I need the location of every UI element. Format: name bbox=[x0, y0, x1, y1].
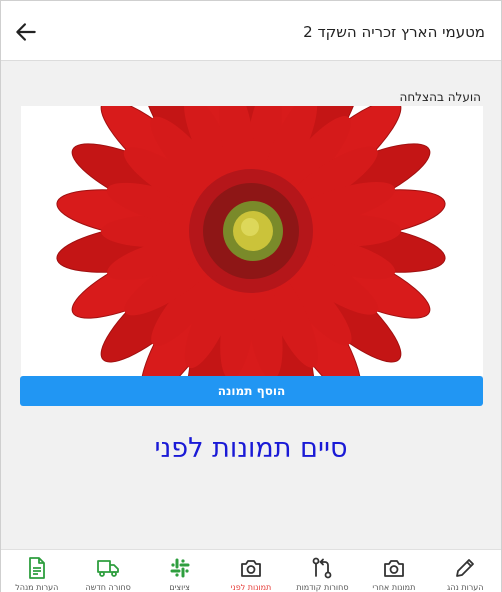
camera-icon bbox=[241, 560, 261, 577]
top-bar: מטעמי הארץ זכריה השקד 2 bbox=[1, 1, 501, 61]
flower-image bbox=[21, 106, 483, 376]
add-photo-button[interactable]: הוסף תמונה bbox=[20, 376, 483, 406]
nav-item-new-goods[interactable]: סחורה חדשה bbox=[72, 550, 143, 592]
app-frame: מטעמי הארץ זכריה השקד 2 הועלה בהצלחה הוס… bbox=[0, 0, 502, 592]
nav-item-photos-before[interactable]: תמונות לפני bbox=[215, 550, 286, 592]
camera-icon bbox=[383, 560, 404, 577]
pencil-icon bbox=[456, 559, 475, 577]
nav-label: סחורה חדשה bbox=[85, 583, 131, 592]
nav-label: הערות נהג bbox=[447, 583, 484, 592]
arrow-left-icon[interactable] bbox=[13, 19, 39, 45]
nav-label: סחורות קודמות bbox=[296, 583, 349, 592]
nav-item-manager-notes[interactable]: הערות מנהל bbox=[1, 550, 72, 592]
slack-icon bbox=[170, 558, 190, 578]
nav-item-tweets[interactable]: ציוצים bbox=[144, 550, 215, 592]
bottom-nav: הערות נהג תמונות אחרי סחורות קודמות תמונ… bbox=[1, 549, 501, 592]
nav-item-driver-notes[interactable]: הערות נהג bbox=[430, 550, 501, 592]
uploaded-photo bbox=[21, 106, 483, 376]
truck-icon bbox=[97, 560, 120, 577]
finish-photos-link[interactable]: סיים תמונות לפני bbox=[1, 433, 501, 464]
upload-status: הועלה בהצלחה bbox=[399, 90, 482, 104]
nav-item-previous-goods[interactable]: סחורות קודמות bbox=[287, 550, 358, 592]
nav-item-photos-after[interactable]: תמונות אחרי bbox=[358, 550, 429, 592]
nav-label: תמונות אחרי bbox=[372, 583, 416, 592]
nav-label: תמונות לפני bbox=[230, 583, 272, 592]
page-title: מטעמי הארץ זכריה השקד 2 bbox=[303, 23, 485, 41]
git-compare-icon bbox=[313, 557, 332, 579]
document-icon bbox=[28, 557, 45, 579]
nav-label: ציוצים bbox=[169, 583, 190, 592]
nav-label: הערות מנהל bbox=[15, 583, 59, 592]
